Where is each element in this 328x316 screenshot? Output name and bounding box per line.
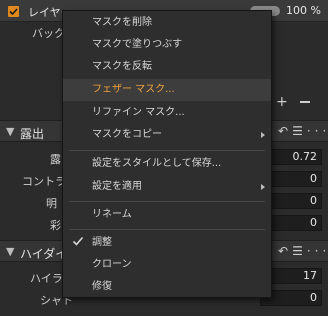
menu-item-label: 設定をスタイルとして保存... xyxy=(92,158,222,169)
more-icon[interactable]: ··· xyxy=(307,124,328,138)
menu-item-label: 設定を適用 xyxy=(92,181,142,192)
add-layer-icon[interactable]: + xyxy=(276,95,288,109)
menu-item-refine-mask[interactable]: リファイン マスク... xyxy=(63,102,271,124)
mask-context-menu: マスクを削除 マスクで塗りつぶす マスクを反転 フェザー マスク... リファイ… xyxy=(62,10,272,298)
menu-item-rename[interactable]: リネーム xyxy=(63,204,271,226)
collapse-chevron-icon[interactable]: ▼ xyxy=(6,245,14,258)
menu-item-label: 調整 xyxy=(92,237,112,248)
section-title: ハイダイ xyxy=(20,247,68,261)
menu-item-label: フェザー マスク... xyxy=(92,84,175,95)
checkmark-icon xyxy=(9,8,18,16)
param-label: 明 xyxy=(46,197,57,210)
menu-item-clone[interactable]: クローン xyxy=(63,254,271,276)
menu-item-label: リファイン マスク... xyxy=(92,107,185,118)
menu-item-invert-mask[interactable]: マスクを反転 xyxy=(63,56,271,78)
menu-separator xyxy=(69,201,265,202)
param-label: 露 xyxy=(50,153,61,166)
param-label: 彩 xyxy=(50,219,61,232)
opacity-value: 100 % xyxy=(286,4,321,17)
layer-visibility-checkbox[interactable] xyxy=(8,6,19,17)
section-tools[interactable]: ↶☰··· xyxy=(278,244,328,258)
submenu-arrow-icon xyxy=(261,132,265,138)
menu-item-copy-mask[interactable]: マスクをコピー xyxy=(63,124,271,146)
menu-item-label: クローン xyxy=(92,259,132,270)
menu-item-label: 修復 xyxy=(92,281,112,292)
section-tools[interactable]: ↶☰··· xyxy=(278,124,328,138)
collapse-chevron-icon[interactable]: ▼ xyxy=(6,125,14,138)
menu-item-fill-mask[interactable]: マスクで塗りつぶす xyxy=(63,34,271,56)
menu-item-label: リネーム xyxy=(92,209,132,220)
menu-item-apply-settings[interactable]: 設定を適用 xyxy=(63,176,271,198)
menu-separator xyxy=(69,150,265,151)
menu-item-label: マスクで塗りつぶす xyxy=(92,39,183,50)
menu-item-delete-mask[interactable]: マスクを削除 xyxy=(63,12,271,34)
section-title: 露出 xyxy=(20,127,45,141)
checkmark-icon xyxy=(72,236,84,246)
reset-icon[interactable]: ↶ xyxy=(278,244,292,258)
menu-item-save-style[interactable]: 設定をスタイルとして保存... xyxy=(63,153,271,175)
menu-item-label: マスクを反転 xyxy=(92,61,152,72)
submenu-arrow-icon xyxy=(261,184,265,190)
menu-item-heal[interactable]: 修復 xyxy=(63,276,271,298)
menu-item-label: マスクを削除 xyxy=(92,17,152,28)
menu-item-adjust[interactable]: 調整 xyxy=(63,232,271,254)
menu-item-label: マスクをコピー xyxy=(92,129,162,140)
menu-separator xyxy=(69,229,265,230)
settings-icon[interactable]: ☰ xyxy=(292,244,307,258)
remove-layer-icon[interactable] xyxy=(300,101,310,103)
menu-item-feather-mask[interactable]: フェザー マスク... xyxy=(63,79,271,101)
more-icon[interactable]: ··· xyxy=(307,244,328,258)
reset-icon[interactable]: ↶ xyxy=(278,124,292,138)
settings-icon[interactable]: ☰ xyxy=(292,124,307,138)
